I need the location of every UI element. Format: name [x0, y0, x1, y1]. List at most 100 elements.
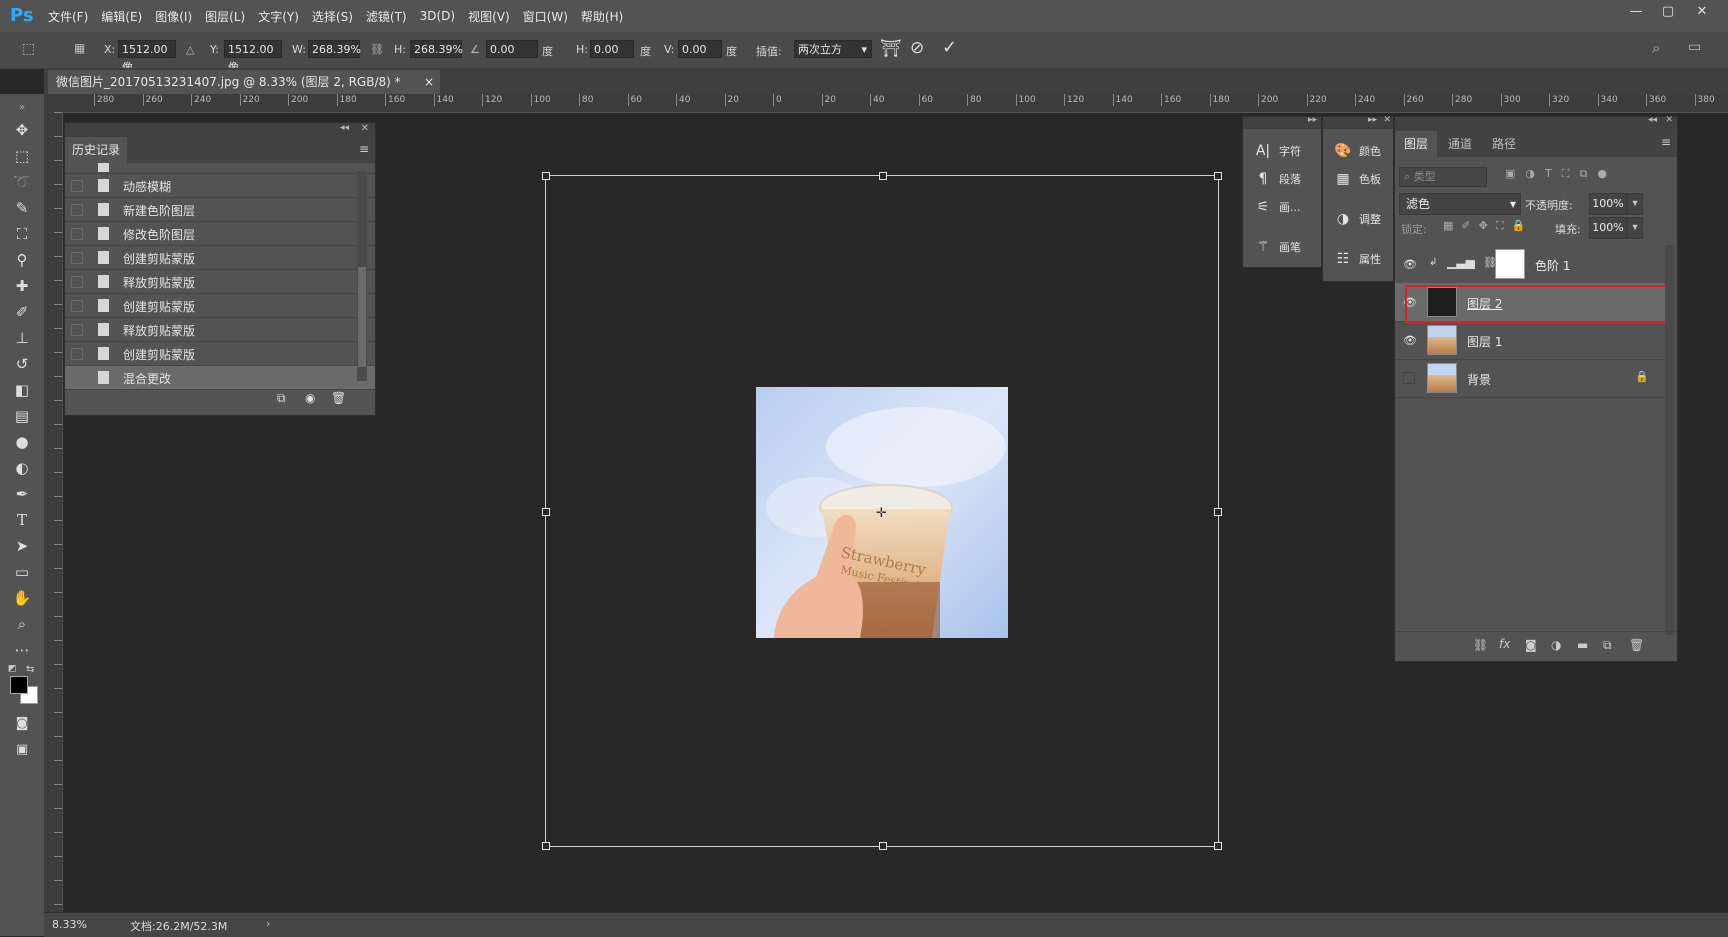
document-tab[interactable]: 微信图片_20170513231407.jpg @ 8.33% (图层 2, R…	[48, 70, 440, 94]
menu-help[interactable]: 帮助(H)	[581, 8, 623, 25]
more-tools-icon[interactable]: ⋯	[11, 640, 33, 660]
tab-history[interactable]: 历史记录	[65, 137, 127, 163]
quick-mask-icon[interactable]: ◙	[11, 714, 33, 734]
layer-row-levels[interactable]: 👁 ↲ ▁▃▅ ⛓ 色阶 1	[1395, 245, 1665, 284]
interpolation-select[interactable]: 两次立方 ▾	[794, 40, 872, 58]
tab-paths[interactable]: 路径	[1483, 131, 1525, 157]
menu-3d[interactable]: 3D(D)	[420, 9, 455, 23]
warp-mode-icon[interactable]: ⛩	[880, 39, 902, 59]
panel-menu-icon[interactable]: ≡	[1661, 135, 1671, 149]
vskew-field[interactable]: 0.00	[678, 40, 722, 58]
pixel-filter-icon[interactable]: ▣	[1505, 167, 1525, 180]
delta-icon[interactable]: △	[186, 43, 194, 56]
zoom-tool-icon[interactable]: ⌕	[11, 614, 33, 634]
history-snapshot-checkbox[interactable]	[71, 228, 83, 240]
cancel-transform-icon[interactable]: ⊘	[910, 38, 924, 58]
history-snapshot-checkbox[interactable]	[71, 204, 83, 216]
transform-tool-icon[interactable]: ⬚	[22, 41, 44, 59]
eyedropper-tool-icon[interactable]: ⚲	[11, 250, 33, 270]
workspace-icon[interactable]: ▭	[1688, 39, 1701, 55]
smart-object-filter-icon[interactable]: ⧉	[1579, 167, 1597, 180]
blur-tool-icon[interactable]: ●	[11, 432, 33, 452]
zoom-level[interactable]: 8.33%	[52, 918, 87, 931]
crop-tool-icon[interactable]: ⛶	[11, 224, 33, 244]
strip-item-character[interactable]: A| 字符	[1253, 137, 1301, 165]
lock-position-icon[interactable]: ✥	[1479, 219, 1496, 232]
angle-field[interactable]: 0.00	[486, 40, 538, 58]
transform-handle-bottom-left[interactable]	[542, 842, 550, 850]
menu-window[interactable]: 窗口(W)	[523, 8, 568, 25]
close-panel-icon[interactable]: ✕	[1383, 115, 1391, 125]
quick-select-tool-icon[interactable]: ✎	[11, 198, 33, 218]
collapse-panel-icon[interactable]: ◂◂	[340, 123, 349, 133]
lock-all-icon[interactable]: 🔒	[1512, 219, 1534, 232]
new-document-from-state-icon[interactable]: ⧉	[277, 391, 286, 406]
swap-colors-icon[interactable]: ⇆	[26, 664, 34, 675]
menu-image[interactable]: 图像(I)	[155, 8, 192, 25]
close-panel-icon[interactable]: ✕	[361, 123, 369, 134]
strip-item-color[interactable]: 🎨 颜色	[1333, 137, 1381, 165]
search-icon[interactable]: ⌕	[1652, 39, 1660, 57]
menu-file[interactable]: 文件(F)	[48, 8, 88, 25]
expand-panel-icon[interactable]: ▸▸	[1308, 115, 1317, 125]
menu-select[interactable]: 选择(S)	[312, 8, 353, 25]
history-snapshot-checkbox[interactable]	[71, 300, 83, 312]
healing-brush-tool-icon[interactable]: ✚	[11, 276, 33, 296]
path-selection-tool-icon[interactable]: ➤	[11, 536, 33, 556]
add-mask-icon[interactable]: ◙	[1525, 638, 1537, 652]
delete-layer-trash-icon[interactable]: 🗑	[1629, 638, 1644, 652]
history-row[interactable]: 创建剪贴蒙版	[65, 342, 375, 366]
history-row[interactable]: 创建剪贴蒙版	[65, 294, 375, 318]
history-snapshot-checkbox[interactable]	[71, 276, 83, 288]
history-row-partial[interactable]	[65, 163, 375, 174]
layer-mask-thumbnail[interactable]	[1495, 249, 1525, 279]
layer-row-layer1[interactable]: 👁 图层 1	[1395, 321, 1665, 360]
fill-field[interactable]: 100%	[1589, 217, 1627, 239]
transform-handle-top-right[interactable]	[1214, 172, 1222, 180]
strip-item-brush[interactable]: ⚚ 画笔	[1253, 233, 1301, 261]
screen-mode-icon[interactable]: ▣	[11, 740, 33, 760]
commit-transform-icon[interactable]: ✓	[942, 37, 957, 58]
layer-filter-select[interactable]: ⌕ 类型	[1399, 167, 1487, 187]
x-field[interactable]: 1512.00 像	[118, 40, 176, 74]
new-adjustment-icon[interactable]: ◑	[1551, 638, 1561, 652]
panel-menu-icon[interactable]: ≡	[359, 142, 369, 156]
lock-artboard-icon[interactable]: ⛶	[1496, 219, 1512, 232]
history-snapshot-checkbox[interactable]	[71, 252, 83, 264]
foreground-color-swatch[interactable]	[10, 676, 28, 694]
history-snapshot-checkbox[interactable]	[71, 372, 83, 384]
history-row[interactable]: 创建剪贴蒙版	[65, 246, 375, 270]
clone-stamp-tool-icon[interactable]: ⊥	[11, 328, 33, 348]
shape-filter-icon[interactable]: ⛶	[1562, 167, 1580, 180]
lasso-tool-icon[interactable]: ➰	[11, 172, 33, 192]
transform-handle-bottom[interactable]	[879, 842, 887, 850]
visibility-eye-icon[interactable]: 👁	[1403, 258, 1417, 271]
dodge-tool-icon[interactable]: ◐	[11, 458, 33, 478]
pen-tool-icon[interactable]: ✒	[11, 484, 33, 504]
strip-item-paragraph[interactable]: ¶ 段落	[1253, 165, 1301, 193]
history-snapshot-checkbox[interactable]	[71, 324, 83, 336]
history-brush-tool-icon[interactable]: ↺	[11, 354, 33, 374]
strip-item-properties[interactable]: ☷ 属性	[1333, 245, 1381, 273]
visibility-eye-icon[interactable]: 👁	[1403, 334, 1417, 347]
history-row[interactable]: 释放剪贴蒙版	[65, 318, 375, 342]
visibility-toggle-empty[interactable]	[1403, 372, 1415, 384]
transform-handle-left[interactable]	[542, 508, 550, 516]
adjustment-filter-icon[interactable]: ◑	[1525, 167, 1545, 180]
collapse-panel-icon[interactable]: ◂◂	[1648, 115, 1657, 125]
history-snapshot-checkbox[interactable]	[71, 180, 83, 192]
close-tab-icon[interactable]: ×	[424, 70, 434, 94]
y-field[interactable]: 1512.00 像	[224, 40, 282, 74]
scrollbar-thumb[interactable]	[358, 267, 366, 367]
strip-item-brush-presets[interactable]: ⚟ 画...	[1253, 193, 1301, 221]
camera-icon[interactable]: ◉	[305, 391, 315, 405]
lock-pixels-icon[interactable]: ✐	[1461, 219, 1478, 232]
menu-filter[interactable]: 滤镜(T)	[366, 8, 407, 25]
fill-slider-icon[interactable]: ▾	[1627, 217, 1643, 239]
close-window-icon[interactable]: ✕	[1690, 4, 1714, 20]
expand-panel-icon[interactable]: ▸▸	[1368, 115, 1377, 125]
menu-edit[interactable]: 编辑(E)	[101, 8, 142, 25]
close-panel-icon[interactable]: ✕	[1665, 115, 1673, 125]
layer-style-fx-icon[interactable]: fx	[1499, 637, 1510, 651]
history-scrollbar[interactable]	[357, 171, 367, 381]
